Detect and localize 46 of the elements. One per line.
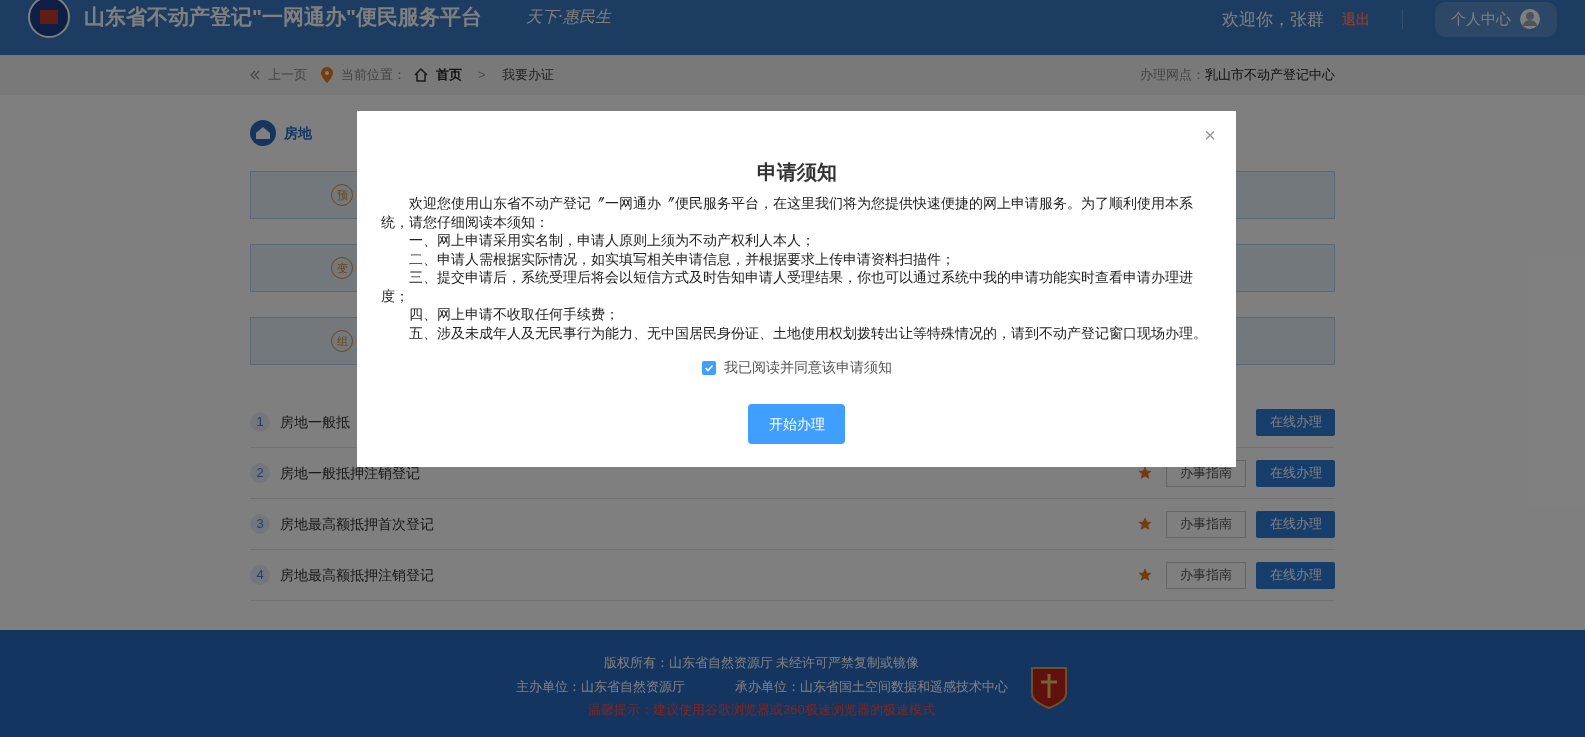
double-chevron-icon [250, 70, 260, 80]
welcome-text: 欢迎你，张群 [1222, 8, 1324, 31]
apply-button[interactable]: 在线办理 [1256, 561, 1335, 589]
item-number: 3 [250, 514, 270, 534]
notice-paragraph: 一、网上申请采用实名制，申请人原则上须为不动产权利人本人； [408, 232, 816, 250]
dialog-title: 申请须知 [756, 160, 837, 185]
home-icon [250, 120, 276, 146]
home-icon [414, 68, 428, 82]
notice-paragraph: 二、申请人需根据实际情况，如实填写相关申请信息，并根据要求上传申请资料扫描件； [408, 250, 956, 269]
item-name: 房地最高额抵押注销登记 [280, 565, 434, 585]
notice-paragraph: 五、涉及未成年人及无民事行为能力、无中国居民身份证、土地使用权划拨转出让等特殊情况的，请到不动产登记窗口现场办理。 [408, 324, 1208, 343]
item-number: 2 [250, 463, 270, 483]
home-link[interactable]: 首页 [436, 65, 462, 85]
apply-button[interactable]: 在线办理 [1256, 459, 1335, 487]
notice-paragraph: 欢迎您使用山东省不动产登记〞一网通办〞便民服务平台，在这里我们将为您提供快速便捷的网上申请服务。为了顺利使用本系统，请您仔细阅读本须知： [381, 195, 1194, 232]
item-number: 4 [250, 565, 270, 585]
guide-button[interactable]: 办事指南 [1166, 510, 1246, 538]
star-icon[interactable] [1138, 466, 1152, 480]
location-pin-icon [321, 67, 333, 83]
category-tab[interactable]: 房地 [250, 115, 346, 151]
item-name: 房地最高额抵押首次登记 [280, 514, 434, 534]
current-page: 我要办证 [501, 66, 554, 85]
item-name: 房地一般抵 [280, 412, 350, 432]
user-center-button[interactable]: 个人中心 [1435, 2, 1557, 37]
guide-button[interactable]: 办事指南 [1166, 561, 1246, 589]
browser-tip: 温馨提示：建议使用谷歌浏览器或360极速浏览器的极速模式 [588, 701, 935, 720]
apply-button[interactable]: 在线办理 [1256, 408, 1335, 436]
user-icon [1519, 8, 1541, 31]
host-text: 主办单位：山东省自然资源厅 [515, 677, 685, 696]
item-name: 房地一般抵押注销登记 [280, 463, 420, 483]
agree-checkbox[interactable]: 我已阅读并同意该申请须知 [701, 357, 892, 378]
start-button[interactable]: 开始办理 [748, 404, 845, 444]
close-button[interactable]: × [1204, 125, 1216, 145]
organizer-text: 承办单位：山东省国土空间数据和遥感技术中心 [734, 677, 1008, 696]
copyright-text: 版权所有：山东省自然资源厅 未经许可严禁复制或镜像 [603, 654, 920, 673]
slogan: 天下·惠民生 [525, 6, 611, 28]
notice-paragraph: 三、提交申请后，系统受理后将会以短信方式及时告知申请人受理结果，你也可以通过系统中我的申请功能实时查看申请办理进度； [381, 269, 1194, 306]
notice-paragraph: 四、网上申请不收取任何手续费； [408, 306, 620, 324]
star-icon[interactable] [1138, 517, 1152, 531]
star-icon[interactable] [1138, 568, 1152, 582]
breadcrumb-separator: > [478, 66, 486, 85]
office-name: 乳山市不动产登记中心 [1205, 66, 1335, 85]
item-number: 1 [250, 412, 270, 432]
emblem-icon [28, 0, 70, 38]
apply-button[interactable]: 在线办理 [1256, 510, 1335, 538]
site-title: 山东省不动产登记"一网通办"便民服务平台 [84, 4, 482, 31]
